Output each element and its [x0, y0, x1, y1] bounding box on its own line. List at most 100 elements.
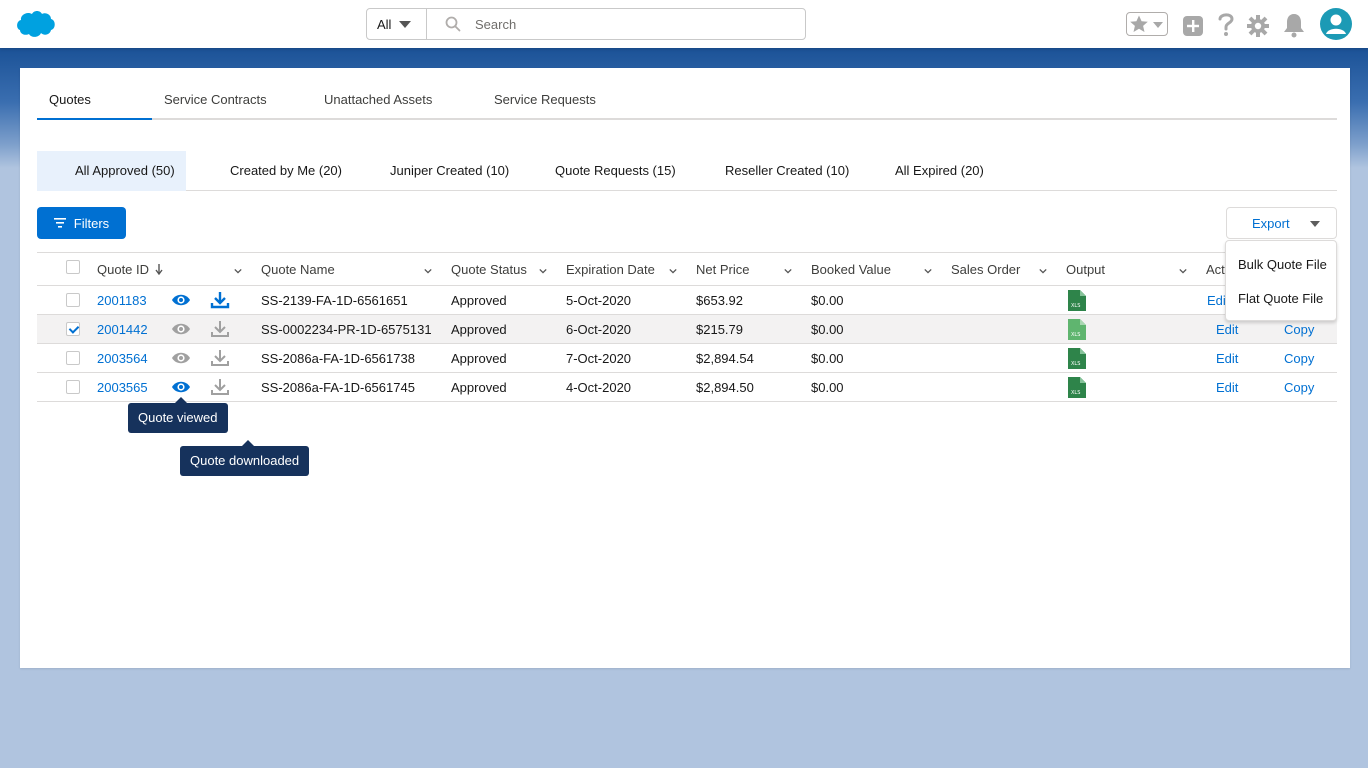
view-all-approved[interactable]: All Approved (50) [37, 151, 186, 191]
xls-file-icon[interactable]: XLS [1068, 290, 1086, 311]
chevron-down-icon[interactable] [424, 267, 432, 275]
row-checkbox[interactable] [66, 380, 80, 394]
export-label: Export [1252, 215, 1290, 231]
xls-file-icon[interactable]: XLS [1068, 348, 1086, 369]
user-avatar-icon[interactable] [1320, 8, 1352, 40]
chevron-down-icon[interactable] [1179, 267, 1187, 275]
expiration-date: 7-Oct-2020 [566, 351, 632, 366]
quote-not-downloaded-icon[interactable] [210, 349, 230, 367]
chevron-down-icon [1153, 22, 1163, 28]
chevron-down-icon[interactable] [234, 267, 242, 275]
search-input[interactable]: Search [427, 9, 805, 39]
select-all-checkbox[interactable] [66, 260, 80, 274]
col-net-price[interactable]: Net Price [696, 253, 749, 286]
edit-link[interactable]: Edit [1216, 373, 1238, 402]
chevron-down-icon[interactable] [784, 267, 792, 275]
col-quote-id[interactable]: Quote ID [97, 253, 149, 286]
help-icon[interactable] [1214, 10, 1238, 38]
table-row: 2003565 SS-2086a-FA-1D-6561745 Approved … [37, 373, 1337, 402]
table-header: Quote ID Quote Name Quote Status Expirat… [37, 252, 1337, 286]
quote-name: SS-2086a-FA-1D-6561738 [261, 351, 415, 366]
quote-id-link[interactable]: 2003564 [97, 344, 148, 373]
chevron-down-icon[interactable] [1039, 267, 1047, 275]
global-search: All Search [366, 8, 806, 40]
col-output[interactable]: Output [1066, 253, 1105, 286]
quote-id-link[interactable]: 2001442 [97, 315, 148, 344]
svg-text:XLS: XLS [1071, 332, 1080, 338]
sort-descending-icon[interactable] [155, 264, 163, 275]
chevron-down-icon[interactable] [669, 267, 677, 275]
quotes-table: Quote ID Quote Name Quote Status Expirat… [37, 252, 1337, 402]
quote-name: SS-0002234-PR-1D-6575131 [261, 322, 432, 337]
search-scope-select[interactable]: All [367, 9, 427, 39]
quote-not-downloaded-icon[interactable] [210, 320, 230, 338]
salesforce-logo-icon[interactable] [15, 9, 57, 39]
filters-button[interactable]: Filters [37, 207, 126, 239]
quotes-card: Quotes Service Contracts Unattached Asse… [20, 68, 1350, 668]
col-sales-order[interactable]: Sales Order [951, 253, 1020, 286]
expiration-date: 5-Oct-2020 [566, 293, 632, 308]
view-juniper-created[interactable]: Juniper Created (10) [390, 151, 509, 191]
col-booked-value[interactable]: Booked Value [811, 253, 891, 286]
export-menu: Bulk Quote File Flat Quote File [1225, 240, 1337, 321]
view-all-expired[interactable]: All Expired (20) [895, 151, 984, 191]
view-quote-requests[interactable]: Quote Requests (15) [555, 151, 676, 191]
svg-text:XLS: XLS [1071, 361, 1080, 367]
col-quote-status[interactable]: Quote Status [451, 253, 527, 286]
chevron-down-icon [1310, 221, 1320, 227]
quote-viewed-eye-icon[interactable] [171, 291, 191, 309]
search-scope-label: All [377, 16, 392, 32]
net-price: $2,894.50 [696, 380, 754, 395]
xls-file-icon[interactable]: XLS [1068, 319, 1086, 340]
view-created-by-me[interactable]: Created by Me (20) [230, 151, 342, 191]
add-icon[interactable] [1181, 12, 1205, 40]
quote-not-downloaded-icon[interactable] [210, 378, 230, 396]
quote-status: Approved [451, 293, 507, 308]
expiration-date: 4-Oct-2020 [566, 380, 632, 395]
search-icon [445, 16, 461, 32]
table-row: 2001442 SS-0002234-PR-1D-6575131 Approve… [37, 315, 1337, 344]
svg-text:XLS: XLS [1071, 303, 1080, 309]
global-header: All Search [0, 0, 1368, 48]
table-row: 2003564 SS-2086a-FA-1D-6561738 Approved … [37, 344, 1337, 373]
export-button[interactable]: Export [1226, 207, 1337, 239]
tab-quotes[interactable]: Quotes [49, 92, 91, 107]
tab-unattached-assets[interactable]: Unattached Assets [324, 92, 432, 107]
row-checkbox[interactable] [66, 351, 80, 365]
notification-bell-icon[interactable] [1282, 11, 1306, 39]
quote-id-link[interactable]: 2003565 [97, 373, 148, 402]
booked-value: $0.00 [811, 351, 844, 366]
quote-status: Approved [451, 351, 507, 366]
col-quote-name[interactable]: Quote Name [261, 253, 335, 286]
net-price: $2,894.54 [696, 351, 754, 366]
quote-not-viewed-eye-icon[interactable] [171, 320, 191, 338]
table-row: 2001183 SS-2139-FA-1D-6561651 Approved 5… [37, 286, 1337, 315]
quote-downloaded-icon[interactable] [210, 291, 230, 309]
favorites-button[interactable] [1126, 12, 1168, 36]
svg-text:XLS: XLS [1071, 390, 1080, 396]
col-expiration-date[interactable]: Expiration Date [566, 253, 655, 286]
view-reseller-created[interactable]: Reseller Created (10) [725, 151, 849, 191]
tab-service-requests[interactable]: Service Requests [494, 92, 596, 107]
chevron-down-icon[interactable] [924, 267, 932, 275]
quote-id-link[interactable]: 2001183 [97, 286, 147, 315]
quote-viewed-eye-icon[interactable] [171, 378, 191, 396]
edit-link[interactable]: Edit [1216, 344, 1238, 373]
quote-not-viewed-eye-icon[interactable] [171, 349, 191, 367]
gear-icon[interactable] [1246, 12, 1270, 40]
copy-link[interactable]: Copy [1284, 373, 1314, 402]
copy-link[interactable]: Copy [1284, 344, 1314, 373]
filters-label: Filters [73, 215, 110, 231]
quote-name: SS-2139-FA-1D-6561651 [261, 293, 408, 308]
booked-value: $0.00 [811, 380, 844, 395]
list-views: All Approved (50) Created by Me (20) Jun… [37, 151, 1337, 191]
main-tabs: Quotes Service Contracts Unattached Asse… [37, 68, 1337, 120]
chevron-down-icon[interactable] [539, 267, 547, 275]
expiration-date: 6-Oct-2020 [566, 322, 632, 337]
tab-service-contracts[interactable]: Service Contracts [164, 92, 267, 107]
row-checkbox[interactable] [66, 322, 80, 336]
menu-item-flat-quote-file[interactable]: Flat Quote File [1238, 291, 1323, 306]
xls-file-icon[interactable]: XLS [1068, 377, 1086, 398]
menu-item-bulk-quote-file[interactable]: Bulk Quote File [1238, 257, 1327, 272]
row-checkbox[interactable] [66, 293, 80, 307]
